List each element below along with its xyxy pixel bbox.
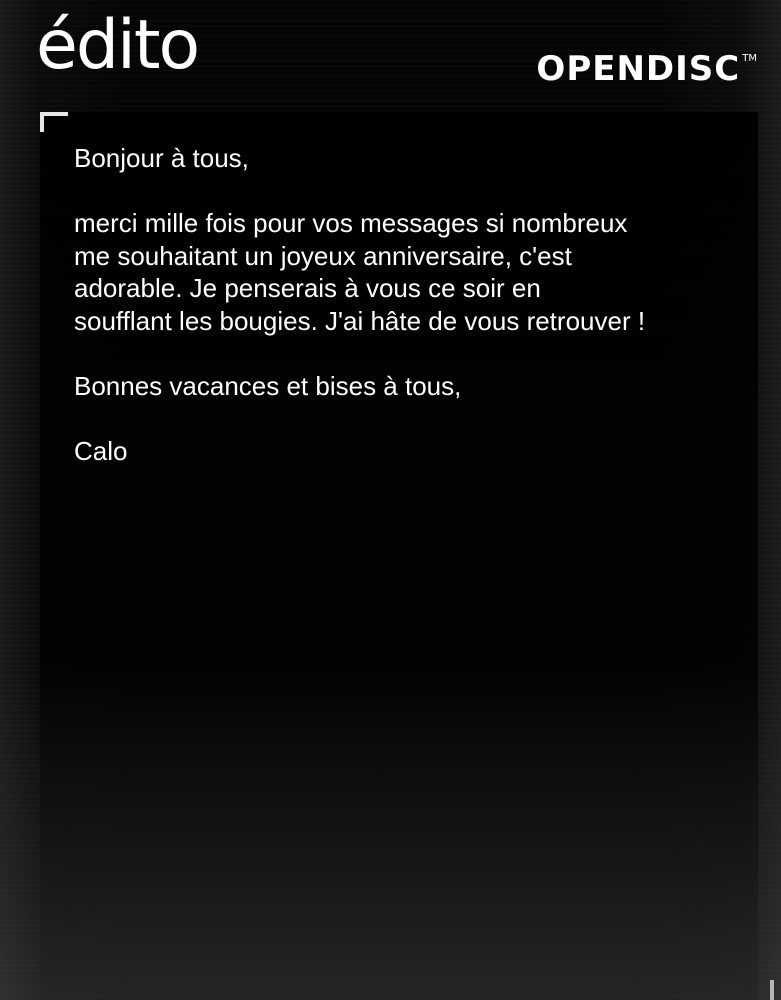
message-body: merci mille fois pour vos messages si no…: [74, 207, 744, 337]
corner-bracket-bottom-icon: [770, 980, 774, 1000]
corner-bracket-icon: [40, 112, 68, 132]
body-line: merci mille fois pour vos messages si no…: [74, 208, 628, 238]
closing: Bonnes vacances et bises à tous,: [74, 370, 462, 401]
edito-page: édito OPENDISC TM Bonjour à tous, merci …: [0, 0, 781, 1000]
body-line: adorable. Je penserais à vous ce soir en: [74, 273, 541, 303]
trademark-mark: TM: [742, 53, 757, 64]
body-line: soufflant les bougies. J'ai hâte de vous…: [74, 305, 646, 336]
brand-name: OPENDISC: [536, 49, 741, 89]
page-title: édito: [36, 6, 200, 85]
greeting: Bonjour à tous,: [74, 143, 249, 173]
body-line: me souhaitant un joyeux anniversaire, c'…: [74, 240, 572, 271]
opendisc-logo: OPENDISC TM: [536, 52, 757, 86]
edito-message: Bonjour à tous, merci mille fois pour vo…: [74, 142, 744, 467]
signature: Calo: [74, 435, 128, 466]
